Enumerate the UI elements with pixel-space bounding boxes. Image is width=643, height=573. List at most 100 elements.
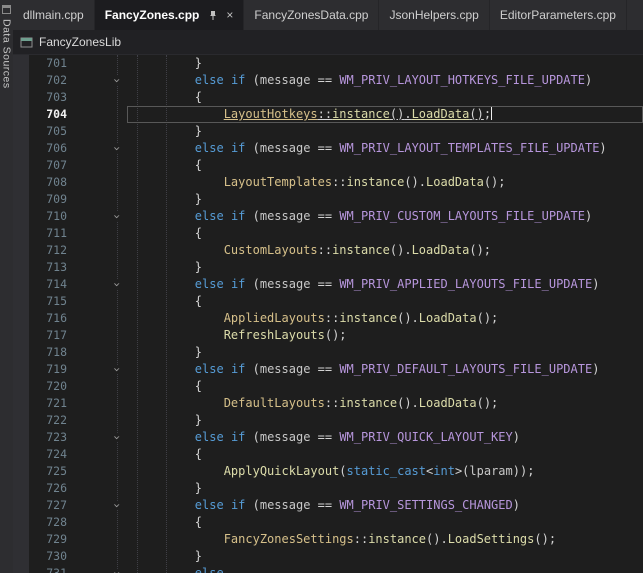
tab-fancyzones-cpp[interactable]: FancyZones.cpp× [95, 0, 245, 30]
code-text[interactable]: ApplyQuickLayout(static_cast<int>(lparam… [127, 463, 643, 480]
line-number[interactable]: 709 [29, 191, 75, 208]
glyph-margin[interactable] [13, 157, 29, 174]
code-line[interactable]: 712 CustomLayouts::instance().LoadData()… [13, 242, 643, 259]
collapse-chevron-icon[interactable]: › [108, 212, 125, 221]
fold-margin[interactable]: › [107, 565, 127, 573]
glyph-margin[interactable] [13, 310, 29, 327]
code-line[interactable]: 703 { [13, 89, 643, 106]
glyph-margin[interactable] [13, 548, 29, 565]
line-number[interactable]: 717 [29, 327, 75, 344]
selection-margin[interactable] [75, 446, 107, 463]
line-number[interactable]: 707 [29, 157, 75, 174]
selection-margin[interactable] [75, 514, 107, 531]
selection-margin[interactable] [75, 259, 107, 276]
code-text[interactable]: else if (message == WM_PRIV_LAYOUT_HOTKE… [127, 72, 643, 89]
selection-margin[interactable] [75, 106, 107, 123]
glyph-margin[interactable] [13, 480, 29, 497]
selection-margin[interactable] [75, 463, 107, 480]
sidebar-tab-data-sources[interactable]: Data Sources [1, 19, 13, 89]
glyph-margin[interactable] [13, 191, 29, 208]
selection-margin[interactable] [75, 140, 107, 157]
code-text[interactable]: FancyZonesSettings::instance().LoadSetti… [127, 531, 643, 548]
fold-margin[interactable] [107, 531, 127, 548]
line-number[interactable]: 712 [29, 242, 75, 259]
fold-margin[interactable] [107, 378, 127, 395]
collapse-chevron-icon[interactable]: › [108, 501, 125, 510]
code-line[interactable]: 711 { [13, 225, 643, 242]
selection-margin[interactable] [75, 72, 107, 89]
glyph-margin[interactable] [13, 361, 29, 378]
selection-margin[interactable] [75, 310, 107, 327]
glyph-margin[interactable] [13, 242, 29, 259]
selection-margin[interactable] [75, 276, 107, 293]
fold-margin[interactable]: › [107, 429, 127, 446]
fold-margin[interactable]: › [107, 140, 127, 157]
code-line[interactable]: 731› else [13, 565, 643, 573]
code-line[interactable]: 719› else if (message == WM_PRIV_DEFAULT… [13, 361, 643, 378]
fold-margin[interactable] [107, 293, 127, 310]
fold-margin[interactable] [107, 157, 127, 174]
fold-margin[interactable] [107, 344, 127, 361]
line-number[interactable]: 720 [29, 378, 75, 395]
selection-margin[interactable] [75, 565, 107, 573]
tab-dllmain-cpp[interactable]: dllmain.cpp [13, 0, 95, 30]
glyph-margin[interactable] [13, 259, 29, 276]
fold-margin[interactable] [107, 463, 127, 480]
selection-margin[interactable] [75, 123, 107, 140]
line-number[interactable]: 701 [29, 55, 75, 72]
code-line[interactable]: 709 } [13, 191, 643, 208]
code-text[interactable]: RefreshLayouts(); [127, 327, 643, 344]
code-line[interactable]: 701 } [13, 55, 643, 72]
selection-margin[interactable] [75, 242, 107, 259]
fold-margin[interactable] [107, 242, 127, 259]
code-line[interactable]: 706 › else if (message == WM_PRIV_LAYOUT_… [13, 140, 643, 157]
line-number[interactable]: 704 [29, 106, 75, 123]
code-text[interactable]: else if (message == WM_PRIV_LAYOUT_TEMPL… [127, 140, 643, 157]
glyph-margin[interactable] [13, 497, 29, 514]
line-number[interactable]: 723 [29, 429, 75, 446]
code-text[interactable]: } [127, 480, 643, 497]
glyph-margin[interactable] [13, 463, 29, 480]
glyph-margin[interactable] [13, 55, 29, 72]
code-text[interactable]: } [127, 55, 643, 72]
fold-margin[interactable] [107, 89, 127, 106]
line-number[interactable]: 728 [29, 514, 75, 531]
code-text[interactable]: else if (message == WM_PRIV_CUSTOM_LAYOU… [127, 208, 643, 225]
line-number[interactable]: 710 [29, 208, 75, 225]
glyph-margin[interactable] [13, 378, 29, 395]
selection-margin[interactable] [75, 378, 107, 395]
code-text[interactable]: } [127, 259, 643, 276]
fold-margin[interactable] [107, 55, 127, 72]
fold-margin[interactable] [107, 123, 127, 140]
fold-margin[interactable] [107, 310, 127, 327]
code-text[interactable]: else [127, 565, 643, 573]
line-number[interactable]: 706 [29, 140, 75, 157]
selection-margin[interactable] [75, 497, 107, 514]
code-text[interactable]: else if (message == WM_PRIV_APPLIED_LAYO… [127, 276, 643, 293]
fold-margin[interactable]: › [107, 208, 127, 225]
glyph-margin[interactable] [13, 565, 29, 573]
code-line[interactable]: 717 RefreshLayouts(); [13, 327, 643, 344]
code-line[interactable]: 708 LayoutTemplates::instance().LoadData… [13, 174, 643, 191]
glyph-margin[interactable] [13, 446, 29, 463]
code-line[interactable]: 710 › else if (message == WM_PRIV_CUSTOM_… [13, 208, 643, 225]
code-text[interactable]: AppliedLayouts::instance().LoadData(); [127, 310, 643, 327]
selection-margin[interactable] [75, 191, 107, 208]
code-line[interactable]: 705 } [13, 123, 643, 140]
code-text[interactable]: else if (message == WM_PRIV_DEFAULT_LAYO… [127, 361, 643, 378]
glyph-margin[interactable] [13, 344, 29, 361]
code-line[interactable]: 730 } [13, 548, 643, 565]
code-line[interactable]: 724 { [13, 446, 643, 463]
line-number[interactable]: 722 [29, 412, 75, 429]
line-number[interactable]: 705 [29, 123, 75, 140]
line-number[interactable]: 729 [29, 531, 75, 548]
line-number[interactable]: 711 [29, 225, 75, 242]
code-text[interactable]: { [127, 89, 643, 106]
code-text[interactable]: { [127, 514, 643, 531]
selection-margin[interactable] [75, 55, 107, 72]
line-number[interactable]: 708 [29, 174, 75, 191]
selection-margin[interactable] [75, 395, 107, 412]
glyph-margin[interactable] [13, 395, 29, 412]
fold-margin[interactable] [107, 259, 127, 276]
selection-margin[interactable] [75, 344, 107, 361]
